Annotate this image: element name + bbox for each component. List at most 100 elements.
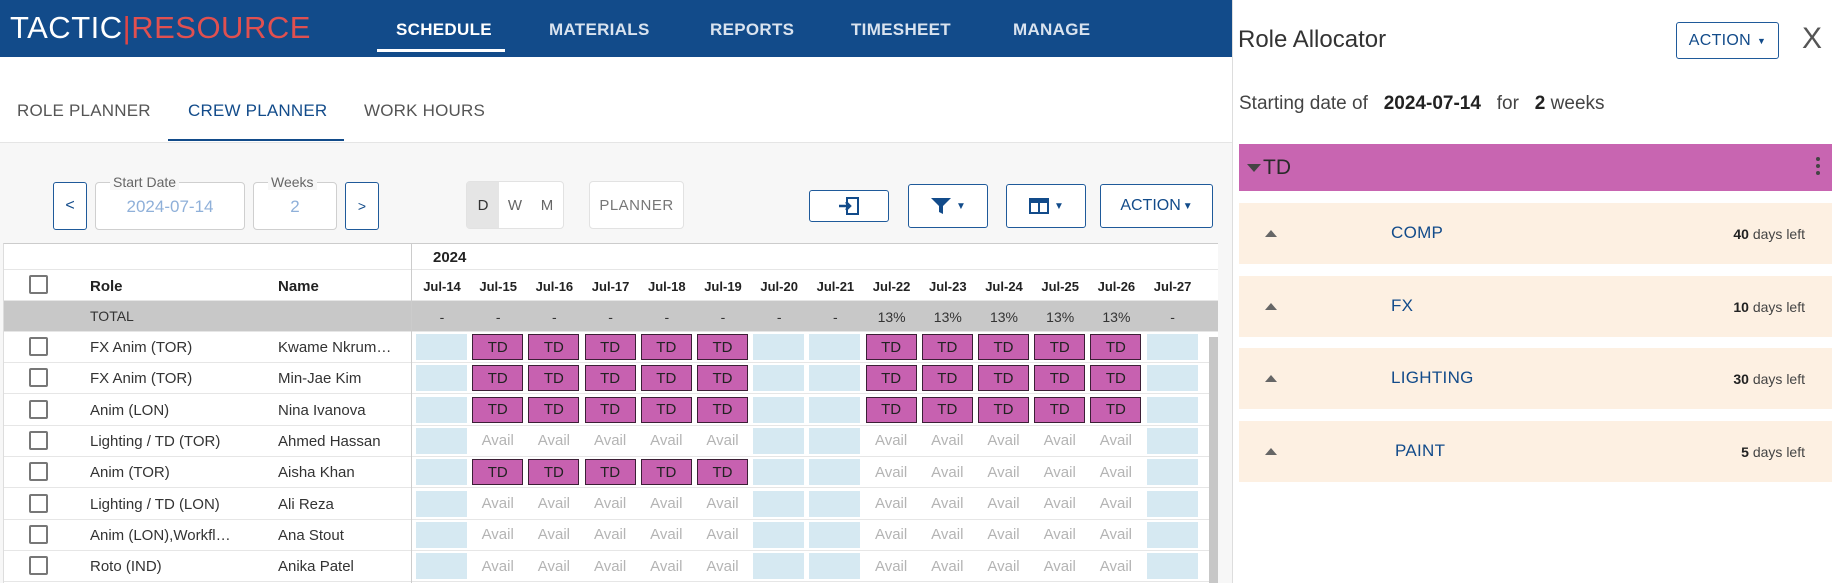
table-row[interactable]: Anim (LON) Nina Ivanova TD TD TD TD TD TD TD TD TD… [4, 395, 1218, 426]
role-card[interactable]: FX 10 days left [1239, 275, 1832, 337]
available-slot[interactable]: Avail [1090, 522, 1141, 548]
available-slot[interactable]: Avail [922, 522, 973, 548]
td-assignment-slot[interactable]: TD [978, 396, 1029, 423]
day-column-header[interactable]: Jul-26 [1088, 279, 1144, 294]
td-assignment-slot[interactable]: TD [528, 396, 580, 423]
role-card[interactable]: COMP 40 days left [1239, 203, 1832, 264]
weekend-slot[interactable] [416, 521, 467, 548]
weekend-slot[interactable] [809, 396, 861, 423]
grid-scrollbar[interactable] [1209, 337, 1218, 583]
day-column-header[interactable]: Jul-14 [414, 279, 470, 294]
next-period-button[interactable]: > [345, 182, 379, 230]
td-assignment-slot[interactable]: TD [921, 396, 973, 423]
td-assignment-slot[interactable]: TD [1034, 334, 1086, 360]
row-checkbox[interactable] [29, 399, 48, 419]
day-column-header[interactable]: Jul-18 [639, 279, 695, 294]
td-assignment-slot[interactable]: TD [640, 334, 692, 360]
weekend-slot[interactable] [809, 490, 861, 517]
td-assignment-slot[interactable]: TD [472, 459, 524, 486]
weekend-slot[interactable] [1146, 427, 1198, 454]
table-row[interactable]: Lighting / TD (LON) Ali Reza Avail Avail Ava… [4, 489, 1218, 520]
available-slot[interactable]: Avail [641, 491, 692, 517]
weekend-slot[interactable] [809, 459, 861, 486]
weekend-slot[interactable] [1146, 365, 1198, 392]
td-assignment-slot[interactable]: TD [584, 365, 636, 392]
available-slot[interactable]: Avail [697, 553, 748, 579]
td-assignment-slot[interactable]: TD [697, 459, 748, 486]
weekend-slot[interactable] [753, 490, 805, 517]
td-assignment-slot[interactable]: TD [978, 334, 1029, 360]
weekend-slot[interactable] [753, 365, 805, 392]
available-slot[interactable]: Avail [585, 553, 636, 579]
prev-period-button[interactable]: < [53, 182, 87, 230]
available-slot[interactable]: Avail [472, 553, 523, 579]
available-slot[interactable]: Avail [585, 522, 636, 548]
td-assignment-slot[interactable]: TD [1090, 365, 1142, 392]
weekend-slot[interactable] [809, 521, 861, 548]
available-slot[interactable]: Avail [528, 522, 579, 548]
nav-timesheet[interactable]: TIMESHEET [851, 20, 951, 40]
tab-crew-planner[interactable]: CREW PLANNER [188, 101, 327, 121]
available-slot[interactable]: Avail [641, 428, 692, 454]
day-column-header[interactable]: Jul-16 [526, 279, 582, 294]
weekend-slot[interactable] [416, 553, 467, 580]
td-assignment-slot[interactable]: TD [921, 365, 973, 392]
td-assignment-slot[interactable]: TD [640, 365, 692, 392]
day-view-button[interactable]: D [467, 182, 499, 228]
available-slot[interactable]: Avail [697, 491, 748, 517]
available-slot[interactable]: Avail [978, 553, 1029, 579]
day-column-header[interactable]: Jul-20 [751, 279, 807, 294]
day-column-header[interactable]: Jul-17 [583, 279, 639, 294]
day-column-header[interactable]: Ju [1201, 279, 1218, 294]
app-logo[interactable]: TACTIC|RESOURCE [10, 10, 311, 46]
nav-reports[interactable]: REPORTS [710, 20, 794, 40]
planner-button[interactable]: PLANNER [589, 181, 684, 229]
row-checkbox[interactable] [29, 524, 48, 544]
row-checkbox[interactable] [29, 430, 48, 450]
row-checkbox[interactable] [29, 556, 48, 576]
nav-manage[interactable]: MANAGE [1013, 20, 1090, 40]
table-row[interactable]: Anim (TOR) Aisha Khan TD TD TD TD TD Avail Avail… [4, 457, 1218, 489]
td-group-header[interactable]: TD [1239, 144, 1832, 191]
td-assignment-slot[interactable]: TD [472, 396, 524, 423]
weekend-slot[interactable] [753, 553, 805, 580]
td-assignment-slot[interactable]: TD [1034, 396, 1086, 423]
td-assignment-slot[interactable]: TD [584, 334, 636, 360]
caret-up-icon[interactable] [1265, 302, 1277, 310]
caret-up-icon[interactable] [1265, 447, 1277, 455]
weekend-slot[interactable] [416, 365, 467, 392]
available-slot[interactable]: Avail [1034, 428, 1085, 454]
available-slot[interactable]: Avail [528, 491, 579, 517]
weekend-slot[interactable] [1146, 459, 1198, 486]
td-assignment-slot[interactable]: TD [472, 334, 524, 360]
day-column-header[interactable]: Jul-25 [1032, 279, 1088, 294]
td-assignment-slot[interactable]: TD [865, 396, 917, 423]
role-card[interactable]: PAINT 5 days left [1239, 420, 1832, 482]
table-row[interactable]: Roto (IND) Anika Patel Avail Avail Avail Avai… [4, 551, 1218, 583]
day-column-header[interactable]: Jul-21 [807, 279, 863, 294]
available-slot[interactable]: Avail [978, 428, 1029, 454]
td-assignment-slot[interactable]: TD [1090, 396, 1142, 423]
available-slot[interactable]: Avail [585, 491, 636, 517]
weekend-slot[interactable] [416, 459, 467, 486]
available-slot[interactable]: Avail [922, 491, 973, 517]
caret-down-icon[interactable] [1247, 164, 1261, 172]
td-assignment-slot[interactable]: TD [865, 334, 917, 360]
td-assignment-slot[interactable]: TD [528, 365, 580, 392]
weekend-slot[interactable] [1146, 334, 1198, 360]
td-assignment-slot[interactable]: TD [865, 365, 917, 392]
row-checkbox[interactable] [29, 462, 48, 482]
weekend-slot[interactable] [809, 553, 861, 580]
weekend-slot[interactable] [1146, 521, 1198, 548]
select-all-checkbox[interactable] [29, 275, 48, 294]
available-slot[interactable]: Avail [1034, 522, 1085, 548]
day-column-header[interactable]: Jul-19 [695, 279, 751, 294]
available-slot[interactable]: Avail [641, 522, 692, 548]
month-view-button[interactable]: M [531, 182, 563, 228]
table-row[interactable]: FX Anim (TOR) Min-Jae Kim TD TD TD TD TD TD TD TD… [4, 363, 1218, 395]
weekend-slot[interactable] [753, 459, 805, 486]
td-assignment-slot[interactable]: TD [528, 459, 580, 486]
nav-materials[interactable]: MATERIALS [549, 20, 650, 40]
available-slot[interactable]: Avail [697, 428, 748, 454]
available-slot[interactable]: Avail [1090, 459, 1141, 485]
